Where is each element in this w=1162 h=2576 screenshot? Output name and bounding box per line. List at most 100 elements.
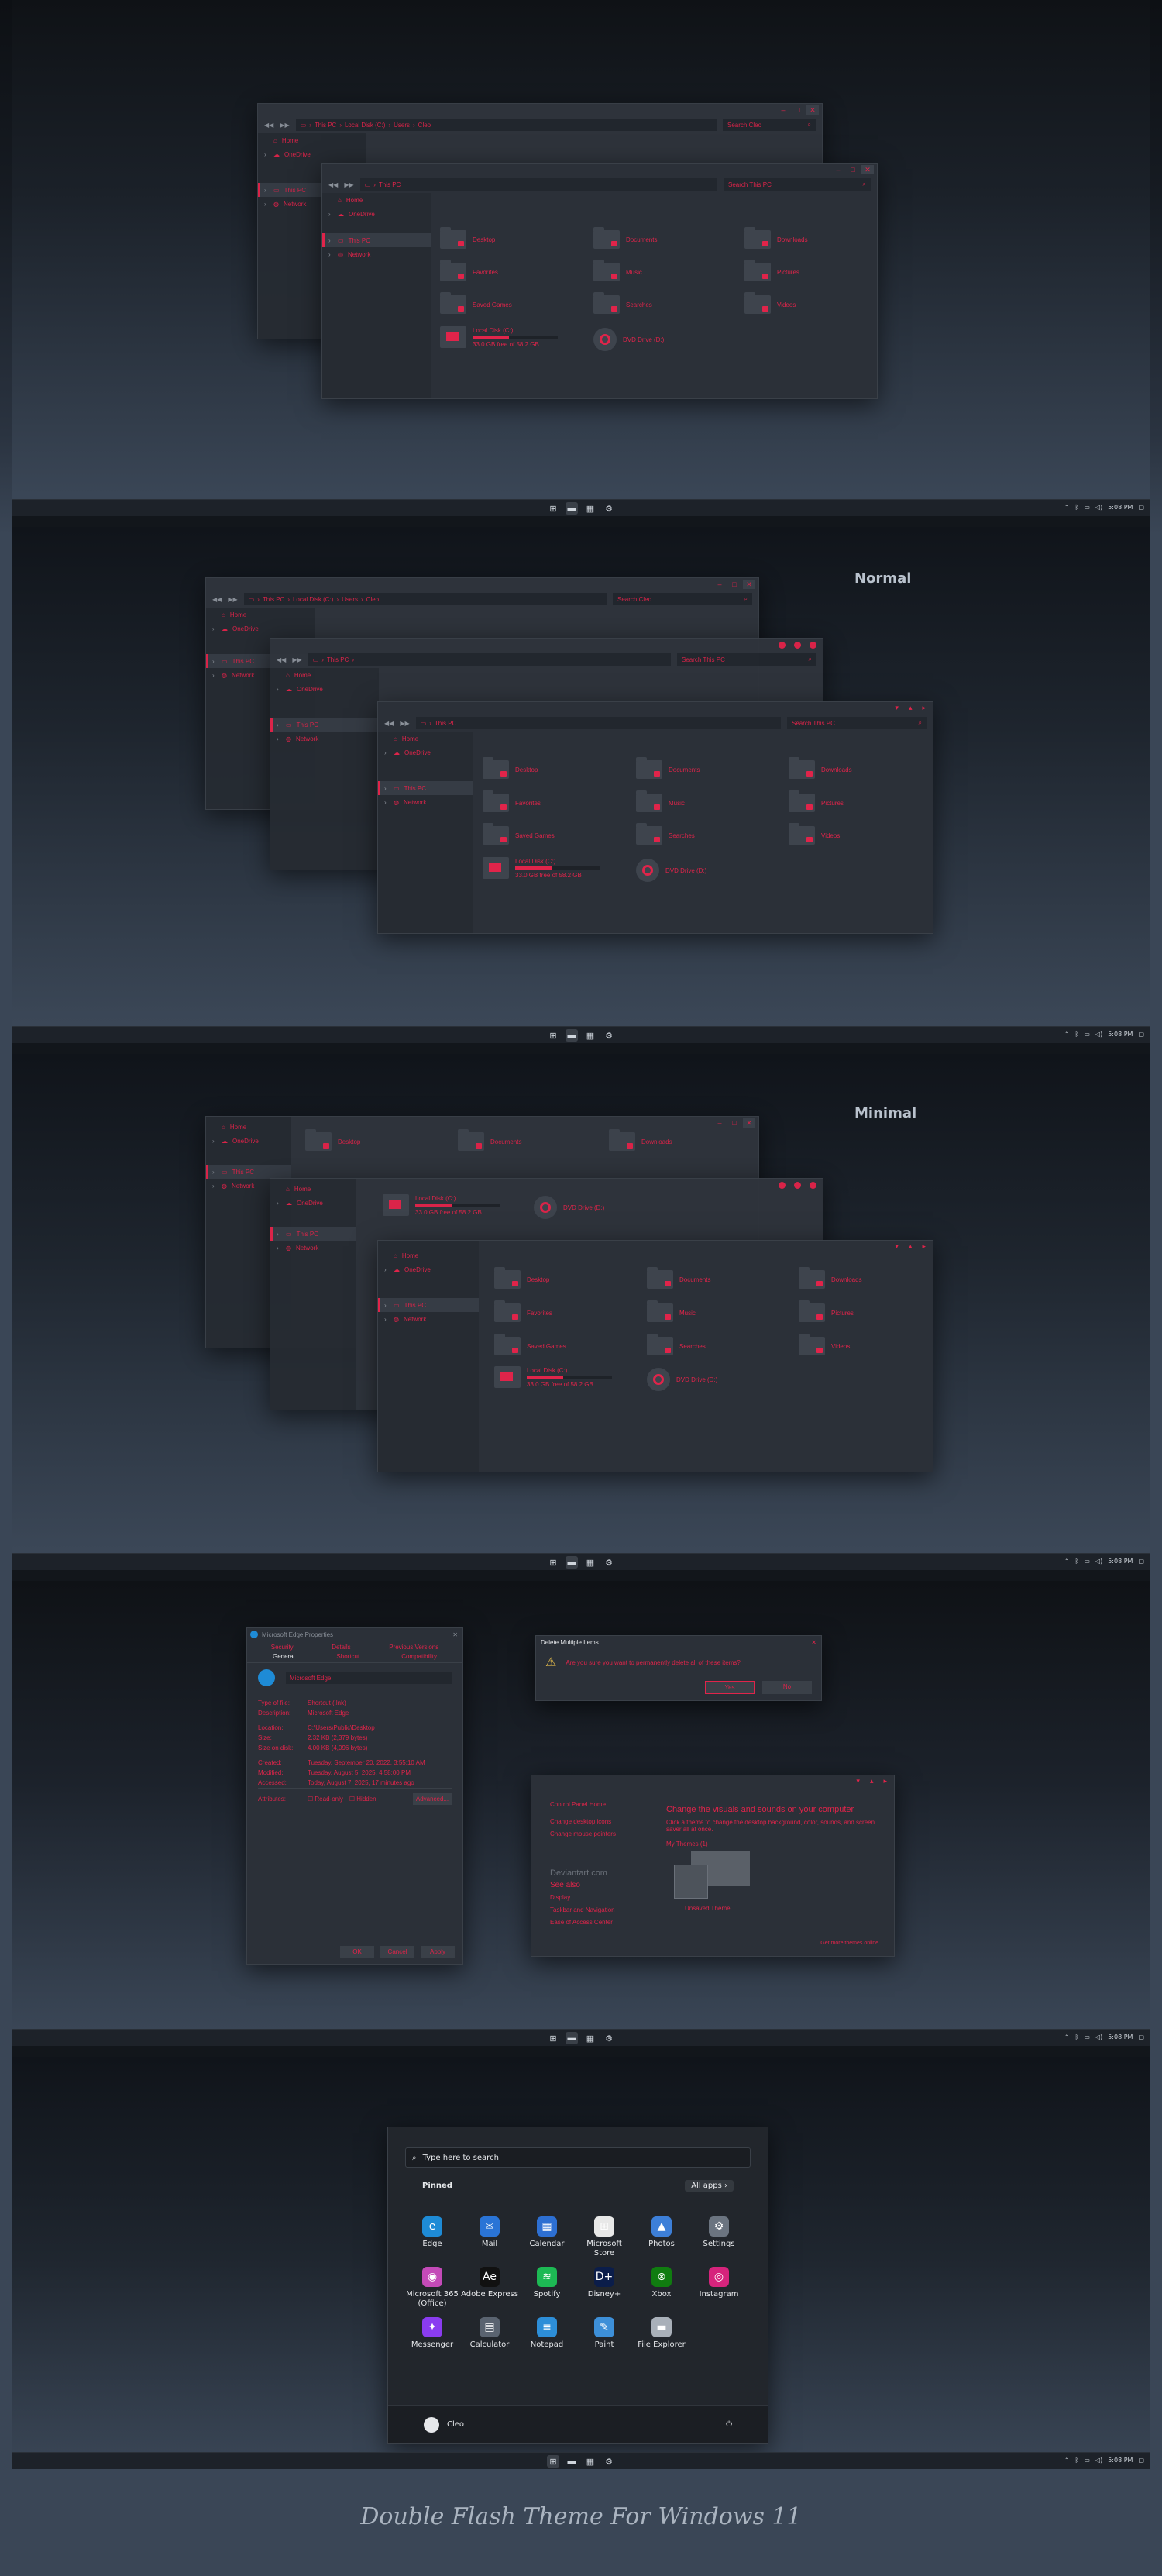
nav-onedrive[interactable]: › ☁ OneDrive	[270, 1196, 356, 1210]
minimize-button[interactable]: ▾	[895, 1242, 899, 1251]
store-icon[interactable]: ▦	[584, 1029, 596, 1042]
start-icon[interactable]: ⊞	[547, 502, 559, 515]
folder-item[interactable]: Desktop	[494, 1267, 549, 1289]
minimize-button[interactable]: –	[713, 1118, 726, 1128]
bluetooth-icon[interactable]: ᛒ	[1075, 504, 1079, 511]
power-icon[interactable]: ⏻	[726, 2420, 732, 2429]
close-icon[interactable]: ✕	[452, 1631, 458, 1638]
cp-link[interactable]: Display	[550, 1892, 616, 1904]
settings-icon[interactable]: ⚙	[603, 502, 615, 515]
forward-icon[interactable]: ▶▶	[228, 596, 237, 603]
tab-compatibility[interactable]: Compatibility	[401, 1653, 437, 1660]
settings-icon[interactable]: ⚙	[603, 1556, 615, 1569]
volume-icon[interactable]: ◁)	[1095, 504, 1102, 511]
maximize-button[interactable]	[794, 642, 801, 649]
forward-icon[interactable]: ▶▶	[292, 656, 301, 663]
nav-thispc[interactable]: › ▭ This PC	[322, 233, 431, 247]
volume-icon[interactable]: ◁)	[1095, 2457, 1102, 2464]
close-button[interactable]: ▸	[922, 704, 926, 712]
search-input[interactable]: Search This PC ⌕	[677, 653, 816, 666]
nav-thispc[interactable]: › ▭ This PC	[270, 1227, 356, 1241]
bluetooth-icon[interactable]: ᛒ	[1075, 2034, 1079, 2040]
pinned-app[interactable]: ⚙ Settings	[690, 2216, 748, 2249]
pinned-app[interactable]: ≋ Spotify	[518, 2267, 576, 2299]
folder-item[interactable]: Videos	[744, 292, 796, 314]
drive-c[interactable]: Local Disk (C:) 33.0 GB free of 58.2 GB	[383, 1194, 500, 1216]
search-input[interactable]: Search Cleo ⌕	[723, 119, 816, 131]
notification-icon[interactable]: ▢	[1138, 504, 1144, 511]
avatar[interactable]	[424, 2416, 439, 2433]
folder-item[interactable]: Saved Games	[440, 292, 512, 314]
folder-item[interactable]: Desktop	[483, 757, 538, 779]
explorer-icon[interactable]: ▬	[566, 1556, 578, 1569]
network-icon[interactable]: ▭	[1084, 2457, 1090, 2464]
nav-network[interactable]: › ◍ Network	[322, 247, 431, 261]
start-icon[interactable]: ⊞	[547, 2032, 559, 2044]
store-icon[interactable]: ▦	[584, 2032, 596, 2044]
pinned-app[interactable]: ▤ Calculator	[461, 2317, 518, 2350]
notification-icon[interactable]: ▢	[1138, 2457, 1144, 2464]
tab-shortcut[interactable]: Shortcut	[336, 1653, 359, 1660]
drive-d[interactable]: DVD Drive (D:)	[636, 859, 706, 882]
start-icon[interactable]: ⊞	[547, 1556, 559, 1569]
bluetooth-icon[interactable]: ᛒ	[1075, 1031, 1079, 1038]
nav-home[interactable]: ⌂ Home	[258, 133, 366, 147]
network-icon[interactable]: ▭	[1084, 1558, 1090, 1565]
pinned-app[interactable]: ◎ Instagram	[690, 2267, 748, 2299]
explorer-icon[interactable]: ▬	[566, 2032, 578, 2044]
notification-icon[interactable]: ▢	[1138, 1031, 1144, 1038]
start-icon[interactable]: ⊞	[547, 1029, 559, 1042]
back-icon[interactable]: ◀◀	[264, 122, 273, 129]
clock[interactable]: 5:08 PM	[1108, 2034, 1133, 2040]
start-search-input[interactable]: ⌕ Type here to search	[405, 2147, 751, 2168]
maximize-button[interactable]: □	[792, 105, 804, 115]
forward-icon[interactable]: ▶▶	[280, 122, 289, 129]
network-icon[interactable]: ▭	[1084, 504, 1090, 511]
nav-home[interactable]: ⌂ Home	[270, 668, 379, 682]
pinned-app[interactable]: e Edge	[404, 2216, 461, 2249]
pinned-app[interactable]: ✎ Paint	[576, 2317, 633, 2350]
folder-item[interactable]: Music	[636, 790, 685, 812]
settings-icon[interactable]: ⚙	[603, 1029, 615, 1042]
folder-item[interactable]: Saved Games	[494, 1334, 566, 1355]
volume-icon[interactable]: ◁)	[1095, 1031, 1102, 1038]
close-button[interactable]: ▸	[922, 1242, 926, 1251]
maximize-button[interactable]: □	[728, 1118, 741, 1128]
drive-d[interactable]: DVD Drive (D:)	[534, 1196, 604, 1219]
start-icon[interactable]: ⊞	[547, 2455, 559, 2468]
folder-item[interactable]: Videos	[799, 1334, 850, 1355]
chevron-up-icon[interactable]: ⌃	[1064, 2457, 1070, 2464]
folder-item[interactable]: Downloads	[744, 227, 808, 249]
nav-thispc[interactable]: › ▭ This PC	[378, 1298, 479, 1312]
minimize-button[interactable]: –	[832, 165, 844, 174]
tab-general[interactable]: General	[273, 1653, 294, 1660]
nav-onedrive[interactable]: › ☁ OneDrive	[378, 1262, 479, 1276]
nav-home[interactable]: ⌂ Home	[322, 193, 431, 207]
forward-icon[interactable]: ▶▶	[344, 181, 353, 188]
folder-item[interactable]: Documents	[636, 757, 700, 779]
nav-onedrive[interactable]: › ☁ OneDrive	[378, 746, 473, 759]
clock[interactable]: 5:08 PM	[1108, 2457, 1133, 2464]
close-button[interactable]: ✕	[743, 580, 755, 589]
network-icon[interactable]: ▭	[1084, 2034, 1090, 2040]
maximize-button[interactable]: ▴	[909, 704, 913, 712]
folder-item[interactable]: Desktop	[440, 227, 495, 249]
folder-item[interactable]: Favorites	[494, 1300, 552, 1322]
folder-item[interactable]: Pictures	[744, 260, 799, 281]
cp-link[interactable]: Ease of Access Center	[550, 1917, 616, 1929]
store-icon[interactable]: ▦	[584, 502, 596, 515]
tab-security[interactable]: Security	[271, 1644, 294, 1651]
user-name[interactable]: Cleo	[447, 2420, 464, 2429]
folder-item[interactable]: Documents	[647, 1267, 710, 1289]
breadcrumb[interactable]: Local Disk (C:)	[345, 122, 385, 129]
store-icon[interactable]: ▦	[584, 1556, 596, 1569]
folder-item[interactable]: Favorites	[440, 260, 498, 281]
advanced-button[interactable]: Advanced...	[413, 1793, 452, 1805]
folder-item[interactable]: Pictures	[799, 1300, 854, 1322]
address-bar[interactable]: ▭ › This PC › Local Disk (C:) › Users › …	[243, 593, 607, 605]
nav-network[interactable]: › ◍ Network	[378, 795, 473, 809]
back-icon[interactable]: ◀◀	[277, 656, 286, 663]
volume-icon[interactable]: ◁)	[1095, 1558, 1102, 1565]
back-icon[interactable]: ◀◀	[328, 181, 338, 188]
drive-c[interactable]: Local Disk (C:) 33.0 GB free of 58.2 GB	[494, 1366, 612, 1388]
